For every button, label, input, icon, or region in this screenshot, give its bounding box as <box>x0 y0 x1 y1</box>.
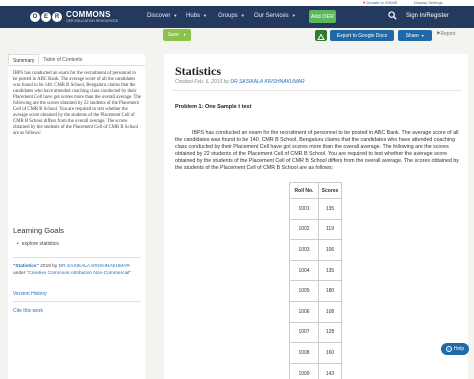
score-cell: 128 <box>318 321 342 344</box>
roll-cell: 1005 <box>289 280 319 302</box>
caret-down-icon: ▼ <box>291 13 296 18</box>
nav-discover[interactable]: Discover ▼ <box>147 13 177 19</box>
caret-down-icon: ▼ <box>420 33 425 38</box>
table-row: 1002 119 <box>289 218 342 241</box>
tab-summary[interactable]: Summary <box>8 54 40 65</box>
sidebar: Summary Table of Contents IBPS has condu… <box>8 54 145 379</box>
table-row: 1003 106 <box>289 239 342 261</box>
caret-down-icon: ▼ <box>182 33 187 37</box>
tab-table-of-contents[interactable]: Table of Contents <box>39 54 86 65</box>
created-meta: Created Feb. 6, 2019 by DR.SASIKALA KRIS… <box>175 79 305 85</box>
summary-text: IBPS has conducted an exam for the recru… <box>13 71 141 136</box>
table-row: 1005 180 <box>289 280 342 302</box>
attribution-title: "Statistics" <box>13 264 39 269</box>
table-row: 1009 143 <box>289 362 342 379</box>
display-settings-link[interactable]: Display Settings <box>414 0 443 5</box>
logo-letter: R <box>52 12 62 22</box>
score-cell: 119 <box>318 218 342 241</box>
attribution-year: 2019 <box>40 264 51 269</box>
problem-heading: Problem 1: One Sample t test <box>175 104 252 110</box>
caret-down-icon: ▼ <box>240 13 245 18</box>
nav-groups[interactable]: Groups ▼ <box>218 13 245 19</box>
score-cell: 135 <box>318 198 342 220</box>
roll-cell: 1004 <box>289 259 319 282</box>
divider <box>13 257 141 258</box>
oer-commons-logo[interactable]: O E R COMMONS OER EDUCATION RESOURCES <box>30 9 118 25</box>
attribution-under: under <box>13 270 26 276</box>
add-oer-button[interactable]: Add OER <box>309 10 336 23</box>
created-date: Feb. 6, 2019 <box>194 79 223 85</box>
divider <box>13 301 141 302</box>
divider <box>172 90 462 91</box>
score-cell: 106 <box>318 239 342 261</box>
license-link[interactable]: "Creative Commons Attribution Non-Commer… <box>27 271 131 276</box>
table-row: 1007 128 <box>289 321 342 344</box>
roll-cell: 1001 <box>289 198 319 220</box>
page-title: Statistics <box>175 64 221 78</box>
table-row: 1008 160 <box>289 342 342 364</box>
question-icon: ? <box>445 346 452 352</box>
caret-down-icon: ▼ <box>203 13 207 18</box>
help-button[interactable]: ? Help <box>441 343 469 355</box>
search-icon[interactable] <box>388 11 397 20</box>
sign-in-link[interactable]: Sign In/Register <box>406 13 449 19</box>
table-row: 1006 108 <box>289 300 342 323</box>
attribution: "Statistics" 2019 by DR.SASIKALA KRISHNA… <box>13 264 143 277</box>
roll-cell: 1002 <box>289 218 319 241</box>
top-navbar: O E R COMMONS OER EDUCATION RESOURCES Di… <box>0 6 474 28</box>
table-header: Scores <box>318 182 342 199</box>
table-row: 1001 135 <box>289 198 342 220</box>
nav-hubs[interactable]: Hubs ▼ <box>186 13 207 19</box>
attribution-author-link[interactable]: DR.SASIKALA KRISHNAKUMAR <box>59 264 130 269</box>
donate-link[interactable]: ♥ Donate to ISKME <box>363 0 397 5</box>
report-link[interactable]: ⚑Report <box>436 31 456 37</box>
logo-letter: E <box>41 12 51 22</box>
problem-paragraph: IBPS has conducted an exam for the recru… <box>175 130 459 172</box>
author-link[interactable]: DR.SASIKALA KRISHNAKUMAR <box>230 79 304 85</box>
sidebar-tabs: Summary Table of Contents <box>8 54 145 66</box>
table-header: Roll No. <box>289 182 319 199</box>
share-button[interactable]: Share ▼ <box>398 30 432 41</box>
score-cell: 108 <box>318 300 342 323</box>
save-button[interactable]: Save ▼ <box>163 29 191 41</box>
google-drive-icon <box>317 33 325 40</box>
score-cell: 160 <box>318 342 342 364</box>
score-cell: 135 <box>318 259 342 282</box>
scores-table: Roll No. Scores 1001 135 1002 119 1003 106 … <box>289 182 342 379</box>
roll-cell: 1006 <box>289 300 319 323</box>
table-row: 1004 135 <box>289 259 342 282</box>
learning-goal-item: explore statistics <box>17 241 59 247</box>
logo-tagline: OER EDUCATION RESOURCES <box>66 19 119 23</box>
caret-down-icon: ▼ <box>173 13 178 18</box>
roll-cell: 1009 <box>289 362 319 379</box>
export-google-docs-button[interactable]: Export to Google Docs <box>330 30 394 41</box>
roll-cell: 1008 <box>289 342 319 364</box>
logo-letter: O <box>30 12 40 22</box>
version-history-link[interactable]: Version History <box>13 291 47 297</box>
score-cell: 143 <box>318 362 342 379</box>
attribution-by: by <box>52 264 58 269</box>
learning-goals-heading: Learning Goals <box>13 226 64 235</box>
nav-our-services[interactable]: Our Services ▼ <box>254 13 296 19</box>
main-content: Statistics Created Feb. 6, 2019 by DR.SA… <box>164 54 468 379</box>
cite-link[interactable]: Cite this work <box>13 308 43 314</box>
score-cell: 180 <box>318 280 342 302</box>
google-drive-button[interactable] <box>315 30 327 41</box>
roll-cell: 1007 <box>289 321 319 344</box>
roll-cell: 1003 <box>289 239 319 261</box>
